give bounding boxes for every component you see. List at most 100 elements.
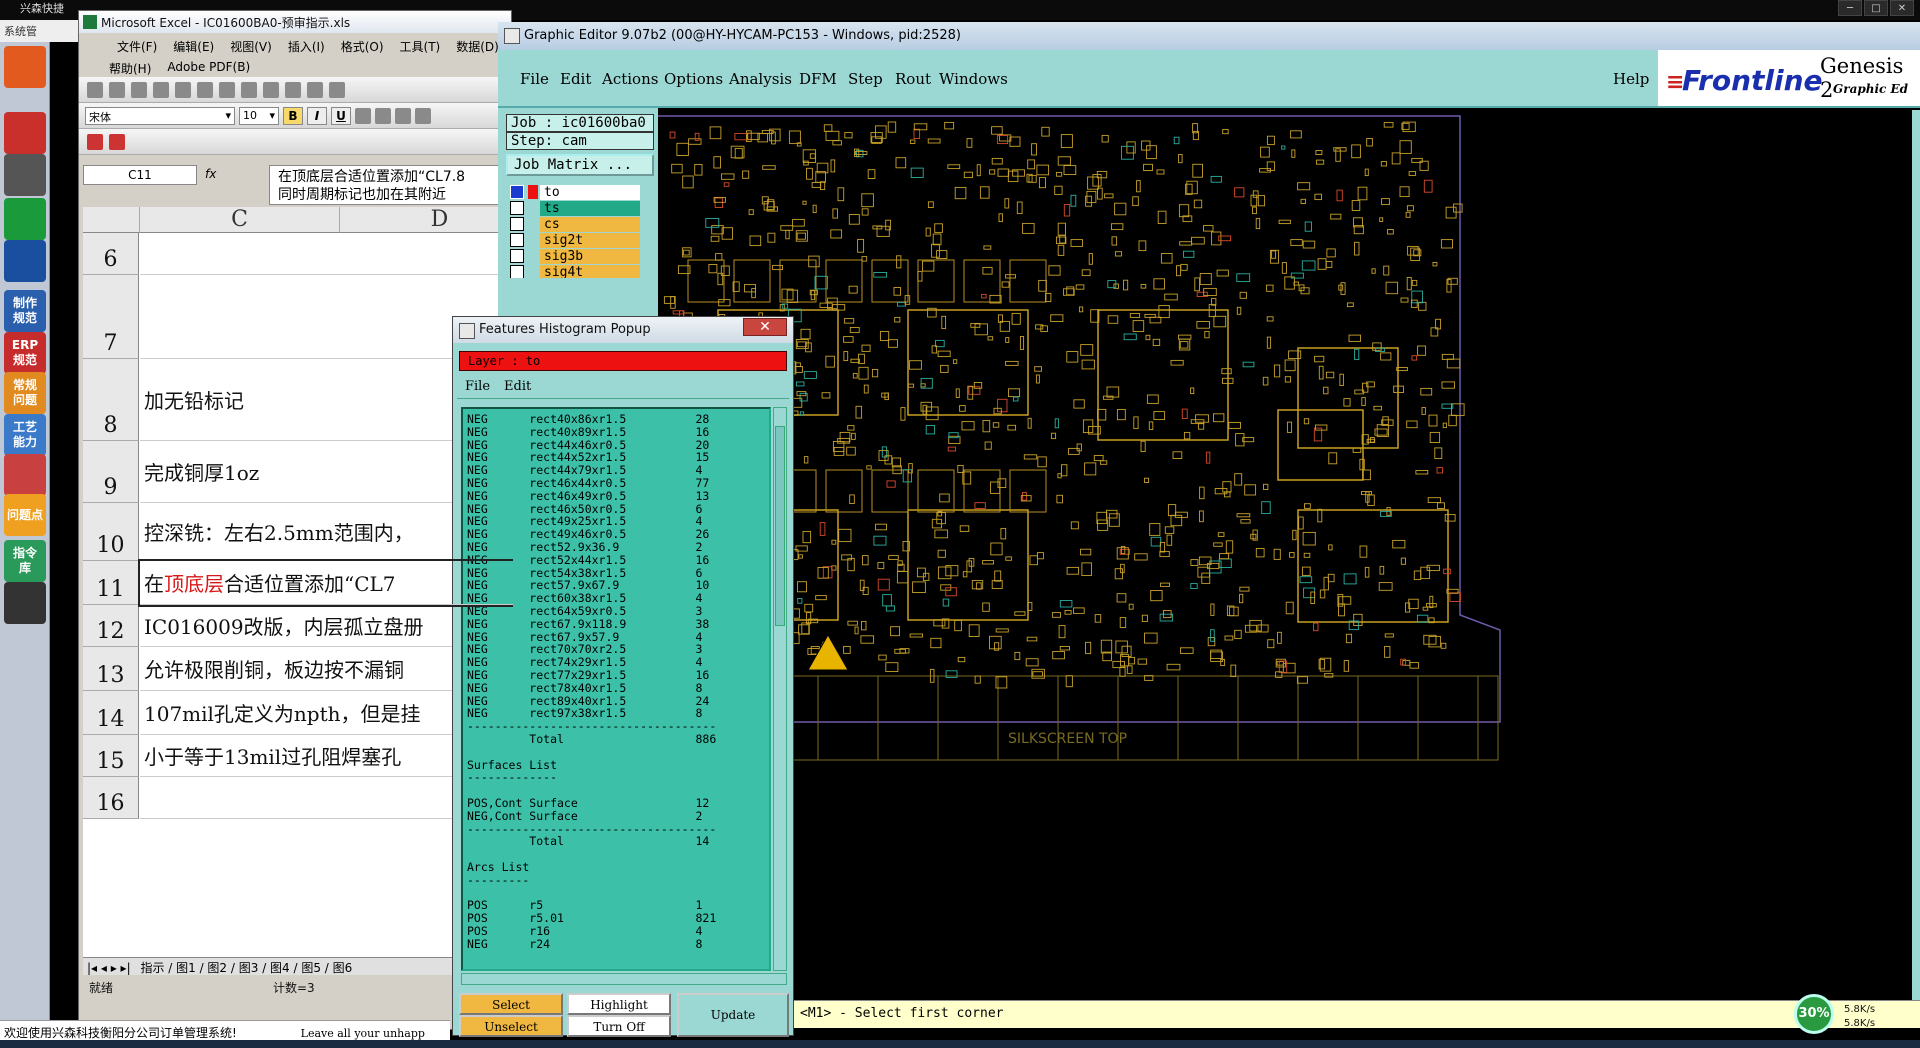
- menu-windows[interactable]: Windows: [939, 70, 1008, 88]
- menu-edit[interactable]: Edit: [560, 70, 591, 88]
- popup-close-button[interactable]: ✕: [743, 318, 787, 336]
- launcher-button-10[interactable]: 问题点: [4, 494, 46, 536]
- minimize-button[interactable]: ─: [1838, 0, 1862, 16]
- layer-checkbox[interactable]: [510, 185, 524, 199]
- launcher-button-5[interactable]: 制作 规范: [4, 290, 46, 332]
- layer-row[interactable]: sig4t: [506, 264, 646, 278]
- launcher-button-0[interactable]: [4, 46, 46, 88]
- menu-dfm[interactable]: DFM: [799, 70, 837, 88]
- launcher-button-3[interactable]: [4, 198, 46, 240]
- histogram-list[interactable]: NEG rect40x86xr1.5 28 NEG rect40x89xr1.5…: [461, 407, 771, 971]
- excel-menu-item[interactable]: 格式(O): [341, 38, 384, 55]
- layer-row[interactable]: ts: [506, 200, 646, 216]
- excel-menu-item[interactable]: 数据(D): [456, 38, 499, 55]
- excel-menu-item[interactable]: 编辑(E): [173, 38, 214, 55]
- row-header[interactable]: 6: [83, 233, 139, 275]
- layer-checkbox[interactable]: [510, 217, 524, 231]
- spellcheck-icon[interactable]: [197, 81, 213, 98]
- layer-list[interactable]: totscssig2tsig3bsig4tsig5bsig6t: [506, 184, 646, 278]
- launcher-button-1[interactable]: [4, 112, 46, 154]
- menu-actions[interactable]: Actions: [602, 70, 658, 88]
- popup-menu-file[interactable]: File: [465, 379, 490, 394]
- update-button[interactable]: Update: [677, 993, 789, 1037]
- bold-button[interactable]: B: [283, 106, 303, 125]
- menu-analysis[interactable]: Analysis: [729, 70, 792, 88]
- preview-icon[interactable]: [175, 81, 191, 98]
- merge-center-icon[interactable]: [415, 107, 431, 124]
- layer-row[interactable]: cs: [506, 216, 646, 232]
- formula-bar[interactable]: 在顶底层合适位置添加“CL7.8 同时周期标记也加在其附近: [269, 165, 513, 205]
- new-icon[interactable]: [87, 81, 103, 98]
- system-menu-label[interactable]: 系统管: [4, 25, 37, 38]
- excel-menu-item[interactable]: 帮助(H): [109, 60, 151, 77]
- row-header[interactable]: 12: [83, 605, 139, 647]
- name-box[interactable]: C11: [83, 165, 197, 185]
- open-icon[interactable]: [109, 81, 125, 98]
- copy-icon[interactable]: [241, 81, 257, 98]
- layer-checkbox[interactable]: [510, 249, 524, 263]
- job-matrix-button[interactable]: Job Matrix ...: [506, 154, 654, 176]
- font-name-select[interactable]: 宋体 ▾: [85, 106, 235, 125]
- row-header[interactable]: 16: [83, 777, 139, 819]
- align-center-icon[interactable]: [375, 107, 391, 124]
- menu-step[interactable]: Step: [848, 70, 883, 88]
- row-header[interactable]: 13: [83, 647, 139, 691]
- launcher-button-11[interactable]: 指令 库: [4, 540, 46, 582]
- spreadsheet-grid[interactable]: C D 6 7 8 加无铅标记 9 完成铜厚1oz 10 控深铣：左右2.5mm范围内， 11 在…: [83, 207, 513, 967]
- align-left-icon[interactable]: [355, 107, 371, 124]
- paste-icon[interactable]: [263, 81, 279, 98]
- popup-vertical-scrollbar[interactable]: [773, 407, 787, 971]
- save-icon[interactable]: [131, 81, 147, 98]
- row-header[interactable]: 10: [83, 503, 139, 561]
- column-header-c[interactable]: C: [140, 207, 340, 233]
- pdf-convert-icon[interactable]: [87, 133, 103, 150]
- maximize-button[interactable]: □: [1864, 0, 1888, 16]
- sheet-tab-list[interactable]: 指示 / 图1 / 图2 / 图3 / 图4 / 图5 / 图6: [140, 961, 352, 975]
- excel-menu-item[interactable]: 插入(I): [288, 38, 325, 55]
- launcher-button-4[interactable]: [4, 240, 46, 282]
- pdf-email-icon[interactable]: [109, 133, 125, 150]
- font-size-select[interactable]: 10 ▾: [239, 106, 279, 125]
- row-header[interactable]: 7: [83, 275, 139, 359]
- network-meter[interactable]: 30%: [1794, 994, 1834, 1034]
- undo-icon[interactable]: [307, 81, 323, 98]
- cell-c[interactable]: [140, 233, 513, 275]
- launcher-button-6[interactable]: ERP 规范: [4, 332, 46, 374]
- launcher-button-8[interactable]: 工艺 能力: [4, 414, 46, 456]
- row-header[interactable]: 15: [83, 735, 139, 777]
- row-header[interactable]: 14: [83, 691, 139, 735]
- cut-icon[interactable]: [219, 81, 235, 98]
- popup-menu-edit[interactable]: Edit: [504, 379, 531, 394]
- turn-off-button[interactable]: Turn Off: [567, 1015, 671, 1037]
- unselect-button[interactable]: Unselect: [459, 1015, 563, 1037]
- row-header[interactable]: 11: [83, 561, 139, 605]
- layer-checkbox[interactable]: [510, 233, 524, 247]
- launcher-button-12[interactable]: [4, 582, 46, 624]
- print-icon[interactable]: [153, 81, 169, 98]
- menu-rout[interactable]: Rout: [895, 70, 931, 88]
- scroll-thumb[interactable]: [775, 426, 785, 626]
- launcher-button-7[interactable]: 常规 问题: [4, 372, 46, 414]
- popup-horizontal-scrollbar[interactable]: [461, 973, 787, 985]
- layer-row[interactable]: to: [506, 184, 646, 200]
- cell-c[interactable]: 在顶底层 合适位置添加“CL7: [138, 559, 513, 607]
- excel-menu-item[interactable]: Adobe PDF(B): [167, 60, 250, 77]
- menu-file[interactable]: File: [520, 70, 549, 88]
- excel-menu-item[interactable]: 视图(V): [230, 38, 272, 55]
- layer-row[interactable]: sig2t: [506, 232, 646, 248]
- close-button[interactable]: ✕: [1890, 0, 1914, 16]
- row-header[interactable]: 9: [83, 441, 139, 503]
- menu-options[interactable]: Options: [664, 70, 723, 88]
- highlight-button[interactable]: Highlight: [567, 993, 671, 1015]
- layer-checkbox[interactable]: [510, 265, 524, 278]
- launcher-button-2[interactable]: [4, 154, 46, 196]
- menu-help[interactable]: Help: [1613, 70, 1649, 88]
- align-right-icon[interactable]: [395, 107, 411, 124]
- column-header-d[interactable]: D: [340, 207, 513, 233]
- italic-button[interactable]: I: [307, 106, 327, 125]
- select-button[interactable]: Select: [459, 993, 563, 1015]
- launcher-button-9[interactable]: [4, 454, 46, 496]
- excel-menu-item[interactable]: 文件(F): [117, 38, 157, 55]
- format-painter-icon[interactable]: [285, 81, 301, 98]
- layer-checkbox[interactable]: [510, 201, 524, 215]
